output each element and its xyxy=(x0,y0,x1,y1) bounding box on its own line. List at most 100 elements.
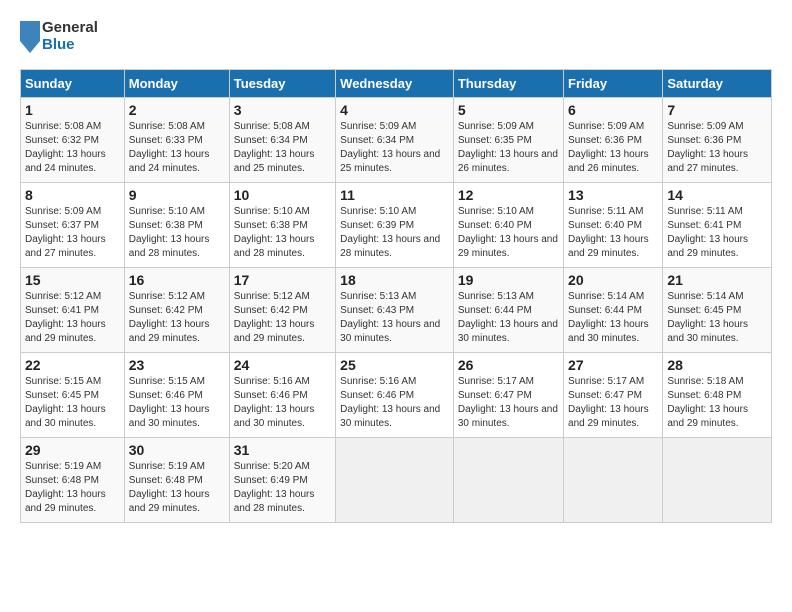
day-info: Sunrise: 5:08 AM Sunset: 6:32 PM Dayligh… xyxy=(25,120,120,176)
sunset-label: Sunset: 6:35 PM xyxy=(458,135,532,146)
calendar-cell: 6 Sunrise: 5:09 AM Sunset: 6:36 PM Dayli… xyxy=(564,98,663,183)
sunrise-label: Sunrise: 5:13 AM xyxy=(458,291,534,302)
day-info: Sunrise: 5:12 AM Sunset: 6:41 PM Dayligh… xyxy=(25,290,120,346)
sunrise-label: Sunrise: 5:12 AM xyxy=(234,291,310,302)
daylight-label: Daylight: 13 hours and 30 minutes. xyxy=(458,319,558,344)
sunset-label: Sunset: 6:34 PM xyxy=(234,135,308,146)
daylight-label: Daylight: 13 hours and 28 minutes. xyxy=(234,489,315,514)
sunset-label: Sunset: 6:44 PM xyxy=(568,305,642,316)
daylight-label: Daylight: 13 hours and 29 minutes. xyxy=(129,319,210,344)
day-info: Sunrise: 5:10 AM Sunset: 6:38 PM Dayligh… xyxy=(129,205,225,261)
weekday-header-friday: Friday xyxy=(564,70,663,98)
day-number: 18 xyxy=(340,272,449,288)
day-number: 26 xyxy=(458,357,559,373)
day-info: Sunrise: 5:12 AM Sunset: 6:42 PM Dayligh… xyxy=(234,290,331,346)
day-number: 3 xyxy=(234,102,331,118)
sunset-label: Sunset: 6:45 PM xyxy=(25,390,99,401)
sunset-label: Sunset: 6:46 PM xyxy=(129,390,203,401)
calendar-cell: 19 Sunrise: 5:13 AM Sunset: 6:44 PM Dayl… xyxy=(453,268,563,353)
calendar-cell: 28 Sunrise: 5:18 AM Sunset: 6:48 PM Dayl… xyxy=(663,353,772,438)
day-number: 7 xyxy=(667,102,767,118)
day-number: 14 xyxy=(667,187,767,203)
day-number: 31 xyxy=(234,442,331,458)
day-info: Sunrise: 5:09 AM Sunset: 6:37 PM Dayligh… xyxy=(25,205,120,261)
daylight-label: Daylight: 13 hours and 28 minutes. xyxy=(340,234,440,259)
sunrise-label: Sunrise: 5:08 AM xyxy=(234,121,310,132)
day-info: Sunrise: 5:09 AM Sunset: 6:35 PM Dayligh… xyxy=(458,120,559,176)
weekday-header-sunday: Sunday xyxy=(21,70,125,98)
daylight-label: Daylight: 13 hours and 24 minutes. xyxy=(129,149,210,174)
sunset-label: Sunset: 6:48 PM xyxy=(667,390,741,401)
sunrise-label: Sunrise: 5:19 AM xyxy=(129,461,205,472)
sunset-label: Sunset: 6:40 PM xyxy=(568,220,642,231)
calendar-cell: 30 Sunrise: 5:19 AM Sunset: 6:48 PM Dayl… xyxy=(124,438,229,523)
sunset-label: Sunset: 6:34 PM xyxy=(340,135,414,146)
sunset-label: Sunset: 6:49 PM xyxy=(234,475,308,486)
day-number: 13 xyxy=(568,187,658,203)
day-number: 20 xyxy=(568,272,658,288)
day-number: 9 xyxy=(129,187,225,203)
calendar-cell xyxy=(564,438,663,523)
calendar-cell: 29 Sunrise: 5:19 AM Sunset: 6:48 PM Dayl… xyxy=(21,438,125,523)
sunrise-label: Sunrise: 5:11 AM xyxy=(568,206,643,217)
day-info: Sunrise: 5:10 AM Sunset: 6:40 PM Dayligh… xyxy=(458,205,559,261)
daylight-label: Daylight: 13 hours and 26 minutes. xyxy=(458,149,558,174)
sunset-label: Sunset: 6:48 PM xyxy=(25,475,99,486)
calendar-cell: 11 Sunrise: 5:10 AM Sunset: 6:39 PM Dayl… xyxy=(336,183,454,268)
sunrise-label: Sunrise: 5:14 AM xyxy=(568,291,644,302)
sunrise-label: Sunrise: 5:14 AM xyxy=(667,291,743,302)
daylight-label: Daylight: 13 hours and 29 minutes. xyxy=(667,234,748,259)
day-number: 1 xyxy=(25,102,120,118)
sunrise-label: Sunrise: 5:16 AM xyxy=(234,376,310,387)
logo: General Blue xyxy=(20,20,98,53)
day-info: Sunrise: 5:17 AM Sunset: 6:47 PM Dayligh… xyxy=(568,375,658,431)
calendar-week-row: 29 Sunrise: 5:19 AM Sunset: 6:48 PM Dayl… xyxy=(21,438,772,523)
weekday-header-wednesday: Wednesday xyxy=(336,70,454,98)
day-number: 16 xyxy=(129,272,225,288)
sunset-label: Sunset: 6:44 PM xyxy=(458,305,532,316)
sunset-label: Sunset: 6:41 PM xyxy=(667,220,741,231)
sunrise-label: Sunrise: 5:11 AM xyxy=(667,206,742,217)
weekday-header-monday: Monday xyxy=(124,70,229,98)
sunset-label: Sunset: 6:42 PM xyxy=(234,305,308,316)
daylight-label: Daylight: 13 hours and 30 minutes. xyxy=(568,319,649,344)
daylight-label: Daylight: 13 hours and 29 minutes. xyxy=(129,489,210,514)
day-info: Sunrise: 5:16 AM Sunset: 6:46 PM Dayligh… xyxy=(234,375,331,431)
calendar-week-row: 1 Sunrise: 5:08 AM Sunset: 6:32 PM Dayli… xyxy=(21,98,772,183)
daylight-label: Daylight: 13 hours and 30 minutes. xyxy=(129,404,210,429)
calendar-cell: 10 Sunrise: 5:10 AM Sunset: 6:38 PM Dayl… xyxy=(229,183,335,268)
daylight-label: Daylight: 13 hours and 24 minutes. xyxy=(25,149,106,174)
sunset-label: Sunset: 6:32 PM xyxy=(25,135,99,146)
daylight-label: Daylight: 13 hours and 28 minutes. xyxy=(129,234,210,259)
calendar-cell: 17 Sunrise: 5:12 AM Sunset: 6:42 PM Dayl… xyxy=(229,268,335,353)
day-info: Sunrise: 5:14 AM Sunset: 6:44 PM Dayligh… xyxy=(568,290,658,346)
calendar-cell: 15 Sunrise: 5:12 AM Sunset: 6:41 PM Dayl… xyxy=(21,268,125,353)
sunrise-label: Sunrise: 5:17 AM xyxy=(458,376,534,387)
calendar-cell: 7 Sunrise: 5:09 AM Sunset: 6:36 PM Dayli… xyxy=(663,98,772,183)
sunrise-label: Sunrise: 5:17 AM xyxy=(568,376,644,387)
sunrise-label: Sunrise: 5:20 AM xyxy=(234,461,310,472)
daylight-label: Daylight: 13 hours and 30 minutes. xyxy=(340,319,440,344)
sunset-label: Sunset: 6:47 PM xyxy=(458,390,532,401)
day-number: 8 xyxy=(25,187,120,203)
sunset-label: Sunset: 6:33 PM xyxy=(129,135,203,146)
logo-arrow-icon xyxy=(20,21,40,53)
sunrise-label: Sunrise: 5:19 AM xyxy=(25,461,101,472)
sunset-label: Sunset: 6:42 PM xyxy=(129,305,203,316)
day-info: Sunrise: 5:10 AM Sunset: 6:38 PM Dayligh… xyxy=(234,205,331,261)
calendar-cell: 2 Sunrise: 5:08 AM Sunset: 6:33 PM Dayli… xyxy=(124,98,229,183)
daylight-label: Daylight: 13 hours and 29 minutes. xyxy=(667,404,748,429)
daylight-label: Daylight: 13 hours and 29 minutes. xyxy=(234,319,315,344)
weekday-header-row: SundayMondayTuesdayWednesdayThursdayFrid… xyxy=(21,70,772,98)
calendar-week-row: 8 Sunrise: 5:09 AM Sunset: 6:37 PM Dayli… xyxy=(21,183,772,268)
calendar-cell xyxy=(663,438,772,523)
sunrise-label: Sunrise: 5:12 AM xyxy=(25,291,101,302)
sunrise-label: Sunrise: 5:18 AM xyxy=(667,376,743,387)
sunrise-label: Sunrise: 5:10 AM xyxy=(129,206,205,217)
day-info: Sunrise: 5:17 AM Sunset: 6:47 PM Dayligh… xyxy=(458,375,559,431)
calendar-cell: 5 Sunrise: 5:09 AM Sunset: 6:35 PM Dayli… xyxy=(453,98,563,183)
daylight-label: Daylight: 13 hours and 29 minutes. xyxy=(25,319,106,344)
day-info: Sunrise: 5:20 AM Sunset: 6:49 PM Dayligh… xyxy=(234,460,331,516)
day-number: 21 xyxy=(667,272,767,288)
day-number: 22 xyxy=(25,357,120,373)
